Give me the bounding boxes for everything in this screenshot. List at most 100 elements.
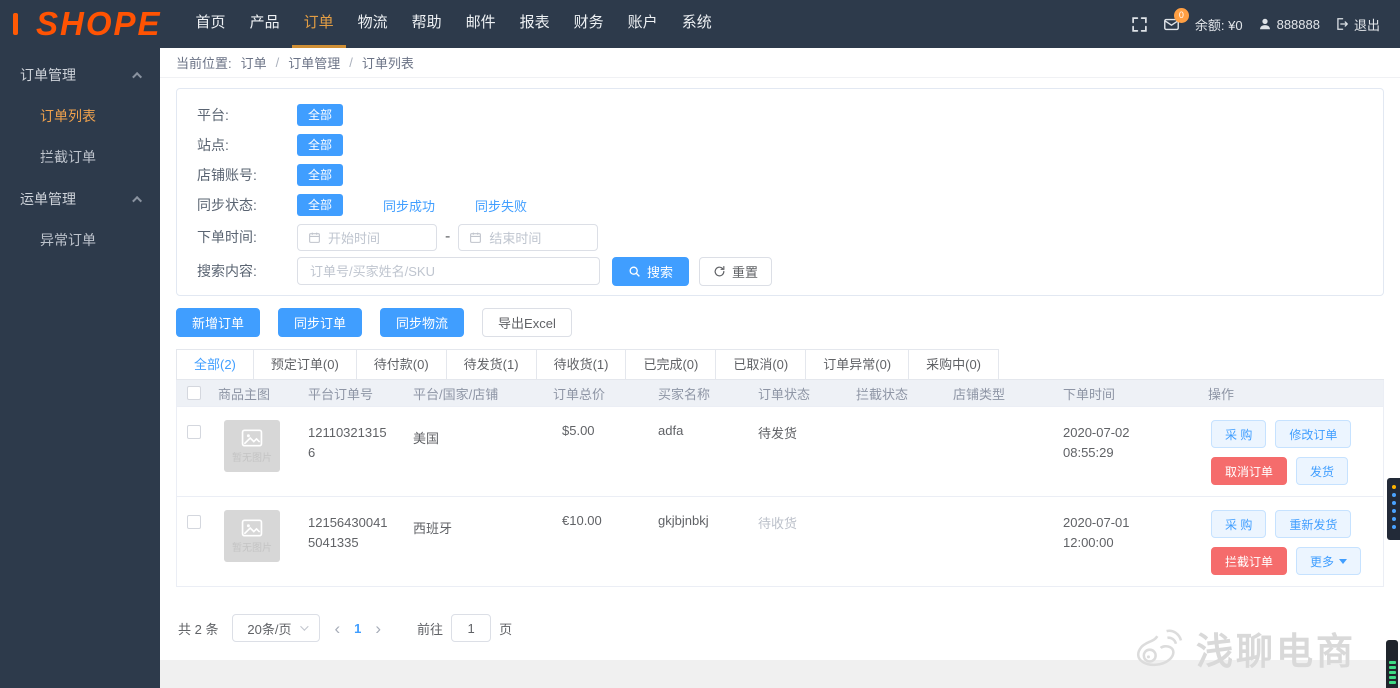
order-number: 121564300415041335: [308, 515, 388, 550]
order-total: €10.00: [562, 513, 602, 528]
sidebar: 订单管理 订单列表 拦截订单 运单管理 异常订单: [0, 48, 160, 688]
order-time-label: 下单时间:: [197, 229, 257, 245]
nav-item-logistics[interactable]: 物流: [346, 0, 400, 48]
chevron-up-icon: [132, 195, 143, 206]
search-icon: [629, 266, 640, 277]
logo[interactable]: SHOPE: [36, 2, 162, 46]
purchase-button[interactable]: 采 购: [1211, 510, 1267, 538]
intercept-order-button[interactable]: 拦截订单: [1211, 547, 1288, 575]
breadcrumb-item[interactable]: 订单列表: [362, 53, 414, 72]
search-button[interactable]: 搜索: [612, 256, 690, 286]
sidebar-item-order-list[interactable]: 订单列表: [0, 96, 160, 137]
sidebar-item-abnormal-orders[interactable]: 异常订单: [0, 220, 160, 261]
breadcrumb-item[interactable]: 订单: [241, 53, 267, 72]
sync-fail-filter[interactable]: 同步失败: [475, 196, 527, 215]
nav-item-finance[interactable]: 财务: [562, 0, 616, 48]
collapse-menu-icon[interactable]: [13, 13, 18, 35]
nav-item-products[interactable]: 产品: [238, 0, 292, 48]
col-header-intercept: 拦截状态: [856, 386, 909, 402]
nav-item-help[interactable]: 帮助: [400, 0, 454, 48]
table-row: 暂无图片 121103213156 美国 $5.00 adfa 待发货 2020…: [177, 406, 1383, 496]
topbar-right: 0 余额: ¥0 888888 退出: [1131, 7, 1400, 34]
nav-item-account[interactable]: 账户: [616, 0, 670, 48]
search-input[interactable]: [297, 257, 600, 285]
sidebar-group-waybill-management[interactable]: 运单管理: [0, 178, 160, 220]
breadcrumb-item[interactable]: 订单管理: [288, 53, 340, 72]
goto-page-input[interactable]: [451, 614, 492, 642]
total-count: 共 2 条: [178, 621, 219, 637]
row-checkbox[interactable]: [187, 515, 201, 529]
ship-button[interactable]: 发货: [1296, 457, 1349, 485]
start-time-input[interactable]: 开始时间: [297, 223, 437, 251]
order-country: 美国: [413, 431, 440, 446]
pagination: 共 2 条 20条/页 ‹ 1 › 前往 页: [178, 614, 1384, 642]
sync-success-filter[interactable]: 同步成功: [383, 196, 435, 215]
content: 平台: 全部 站点: 全部 店铺账号: 全部 同步状态: 全部 同步成功 同步失…: [160, 78, 1400, 660]
current-page[interactable]: 1: [354, 621, 361, 636]
tab-pending-payment[interactable]: 待付款(0): [356, 349, 447, 379]
logout-button[interactable]: 退出: [1335, 15, 1380, 34]
col-header-buyer: 买家名称: [658, 386, 711, 402]
tab-shipped[interactable]: 待收货(1): [536, 349, 627, 379]
next-page-button[interactable]: ›: [375, 620, 381, 637]
site-all-button[interactable]: 全部: [297, 134, 344, 156]
breadcrumb-prefix: 当前位置:: [176, 56, 232, 71]
shop-type: [946, 407, 1056, 496]
row-checkbox[interactable]: [187, 425, 201, 439]
table-header-row: 商品主图 平台订单号 平台/国家/店铺 订单总价 买家名称 订单状态 拦截状态 …: [177, 380, 1383, 406]
sync-orders-button[interactable]: 同步订单: [278, 308, 363, 337]
sync-logistics-button[interactable]: 同步物流: [380, 308, 465, 337]
add-order-button[interactable]: 新增订单: [176, 308, 261, 337]
nav-item-system[interactable]: 系统: [670, 0, 724, 48]
page-size-value: 20条/页: [247, 621, 292, 637]
action-bar: 新增订单 同步订单 同步物流 导出Excel: [176, 308, 1384, 337]
goto-label: 前往: [417, 621, 444, 637]
col-header-total: 订单总价: [553, 386, 606, 402]
refresh-icon: [714, 265, 725, 276]
nav-item-mail[interactable]: 邮件: [454, 0, 508, 48]
prev-page-button[interactable]: ‹: [334, 620, 340, 637]
edit-order-button[interactable]: 修改订单: [1275, 420, 1352, 448]
screen-widget: [1387, 478, 1400, 540]
col-header-actions: 操作: [1208, 386, 1235, 402]
purchase-button[interactable]: 采 购: [1211, 420, 1267, 448]
user-menu[interactable]: 888888: [1258, 17, 1320, 32]
breadcrumb-separator: /: [275, 55, 280, 70]
reship-button[interactable]: 重新发货: [1275, 510, 1352, 538]
page-unit-label: 页: [499, 621, 513, 637]
shop-all-button[interactable]: 全部: [297, 164, 344, 186]
platform-all-button[interactable]: 全部: [297, 104, 344, 126]
export-excel-button[interactable]: 导出Excel: [482, 308, 572, 337]
tab-cancelled[interactable]: 已取消(0): [716, 349, 807, 379]
nav-item-orders[interactable]: 订单: [291, 0, 346, 48]
logout-icon: [1337, 18, 1348, 30]
order-date: 2020-07-02: [1063, 425, 1130, 440]
more-button[interactable]: 更多: [1296, 547, 1362, 575]
reset-button[interactable]: 重置: [699, 256, 773, 286]
nav-item-reports[interactable]: 报表: [508, 0, 562, 48]
tab-preorder[interactable]: 预定订单(0): [253, 349, 357, 379]
site-label: 站点:: [197, 137, 229, 153]
sync-all-button[interactable]: 全部: [297, 194, 344, 216]
notifications[interactable]: 0: [1163, 7, 1189, 33]
order-country: 西班牙: [413, 521, 453, 536]
order-time: 2020-07-01 12:00:00: [1056, 497, 1201, 586]
search-content-label: 搜索内容:: [197, 263, 257, 279]
order-status: 待发货: [758, 426, 798, 441]
select-all-checkbox[interactable]: [187, 386, 201, 400]
tab-completed[interactable]: 已完成(0): [626, 349, 717, 379]
user-icon: [1259, 18, 1270, 30]
col-header-platform: 平台/国家/店铺: [413, 386, 499, 402]
sidebar-group-order-management[interactable]: 订单管理: [0, 54, 160, 96]
end-time-input[interactable]: 结束时间: [458, 223, 599, 251]
fullscreen-icon[interactable]: [1131, 16, 1148, 33]
tab-to-ship[interactable]: 待发货(1): [446, 349, 537, 379]
tab-purchasing[interactable]: 采购中(0): [909, 349, 1000, 379]
sidebar-item-intercept-orders[interactable]: 拦截订单: [0, 137, 160, 178]
chevron-up-icon: [132, 71, 143, 82]
tab-all[interactable]: 全部(2): [176, 349, 254, 379]
tab-abnormal[interactable]: 订单异常(0): [806, 349, 910, 379]
cancel-order-button[interactable]: 取消订单: [1211, 457, 1288, 485]
page-size-select[interactable]: 20条/页: [232, 614, 321, 642]
nav-item-home[interactable]: 首页: [184, 0, 238, 48]
